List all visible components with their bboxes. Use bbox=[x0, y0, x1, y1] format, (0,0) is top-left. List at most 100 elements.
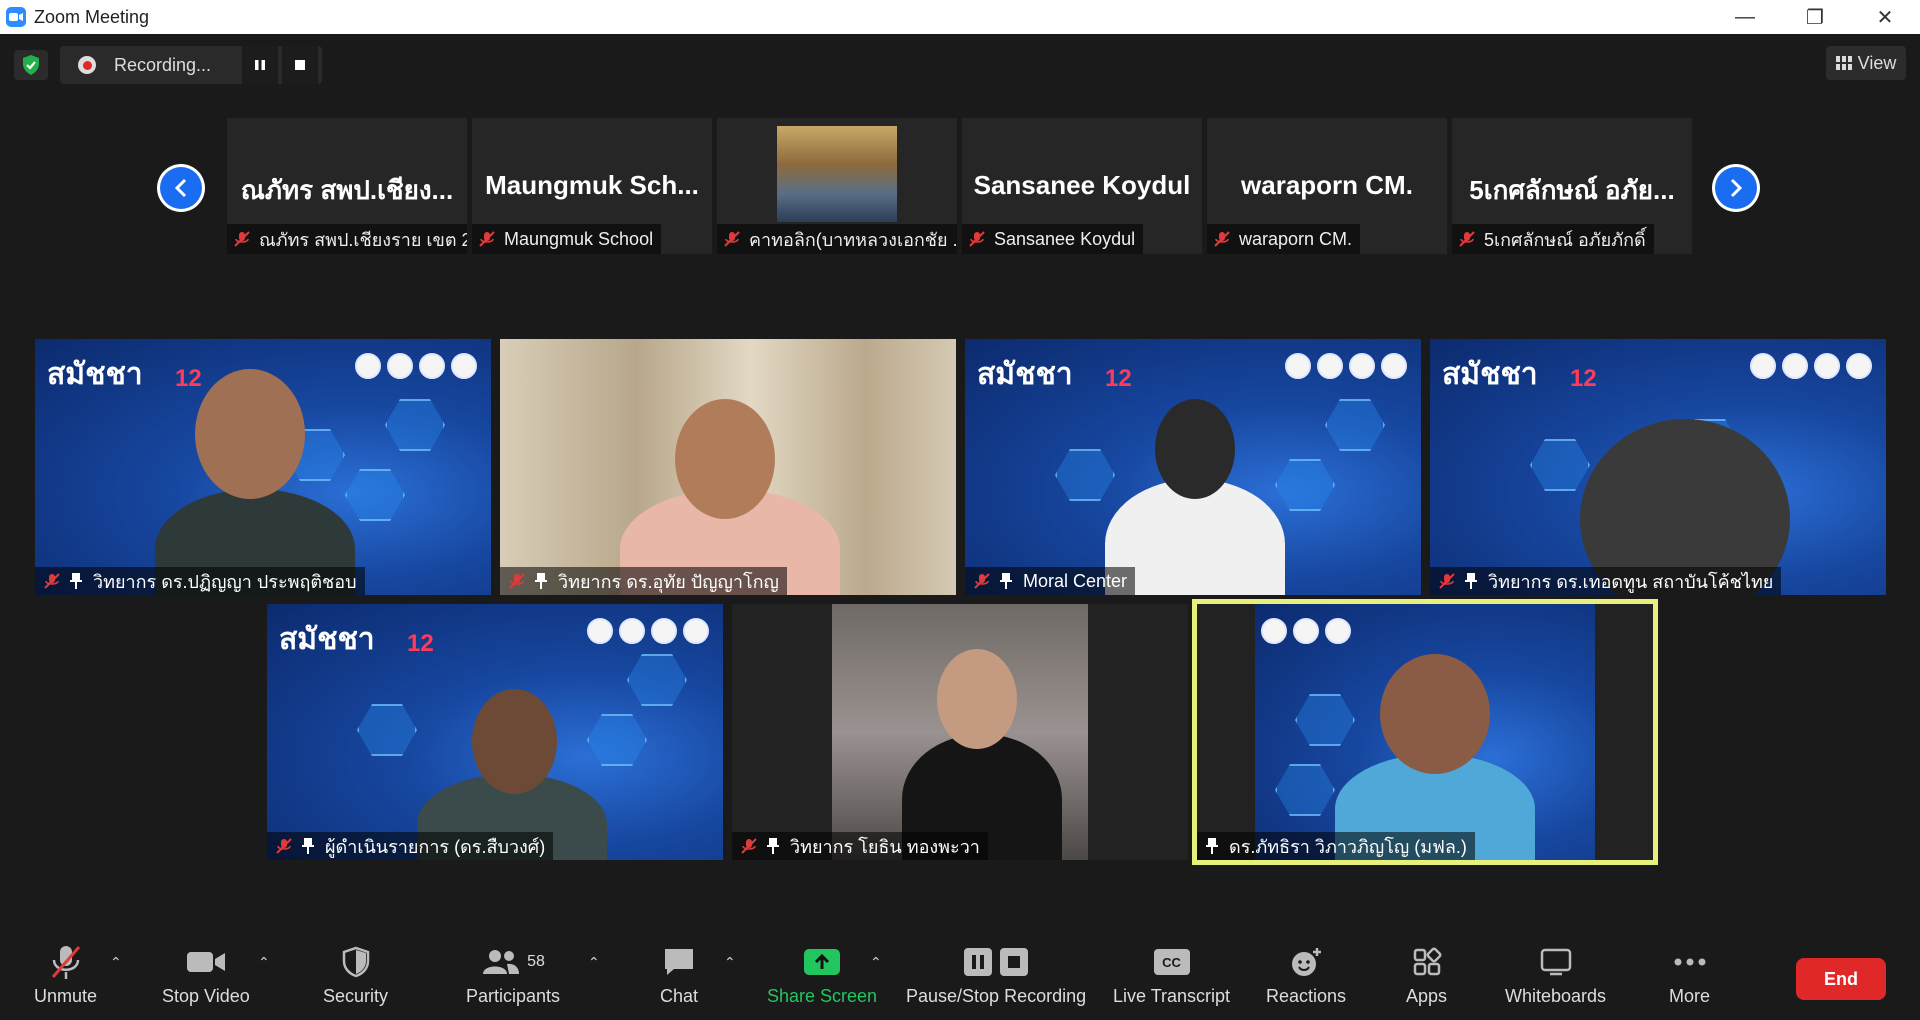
video-tile[interactable]: สมัชชา 12 วิทยากร ดร.ปฏิญญา ประพฤติชอบ bbox=[35, 339, 491, 595]
more-dots-icon bbox=[1674, 958, 1705, 966]
sponsor-logos bbox=[1750, 353, 1872, 379]
mic-muted-icon bbox=[974, 573, 990, 589]
thumbnail-tile[interactable]: ณภัทร สพป.เชียง... ณภัทร สพป.เชียงราย เข… bbox=[227, 118, 467, 254]
participants-button[interactable]: 58 Participants bbox=[466, 942, 560, 1007]
mic-muted-icon bbox=[741, 838, 757, 854]
view-label: View bbox=[1857, 52, 1897, 73]
thumbnail-label: ณภัทร สพป.เชียงราย เขต 2 bbox=[227, 224, 467, 254]
pin-icon bbox=[767, 838, 779, 854]
mic-muted-icon bbox=[969, 231, 985, 247]
thumbnail-label: Sansanee Koydul bbox=[962, 224, 1144, 254]
thumbnail-label: 5เกศลักษณ์ อภัยภักดิ์ bbox=[1452, 224, 1654, 254]
pin-icon bbox=[302, 838, 314, 854]
thumbnail-tile[interactable]: คาทอลิก(บาทหลวงเอกชัย ... bbox=[717, 118, 957, 254]
participant-name-label: วิทยากร ดร.อุทัย ปัญญาโกญ bbox=[500, 567, 787, 595]
whiteboards-button[interactable]: Whiteboards bbox=[1505, 942, 1606, 1007]
live-transcript-button[interactable]: CC Live Transcript bbox=[1113, 942, 1230, 1007]
video-camera-icon bbox=[186, 952, 225, 972]
mic-muted-icon bbox=[44, 573, 60, 589]
sponsor-logos bbox=[355, 353, 477, 379]
mic-muted-icon bbox=[51, 946, 80, 979]
video-tile[interactable]: วิทยากร โยธิน ทองพะวา bbox=[732, 604, 1188, 860]
thumbnail-tile[interactable]: Sansanee Koydul Sansanee Koydul bbox=[962, 118, 1202, 254]
pin-icon bbox=[1465, 573, 1477, 589]
close-button[interactable]: ✕ bbox=[1850, 0, 1920, 34]
chat-bubble-icon bbox=[665, 949, 694, 975]
end-meeting-button[interactable]: End bbox=[1796, 958, 1886, 1000]
video-tile[interactable]: สมัชชา 12 วิทยากร ดร.เทอดทูน สถาบันโค้ชไ… bbox=[1430, 339, 1886, 595]
chevron-left-icon bbox=[174, 178, 187, 198]
mic-muted-icon bbox=[1459, 231, 1475, 247]
mic-muted-icon bbox=[509, 573, 525, 589]
sponsor-logos bbox=[1261, 618, 1351, 644]
reactions-button[interactable]: Reactions bbox=[1266, 942, 1346, 1007]
audio-options-caret[interactable]: ⌃ bbox=[110, 954, 122, 971]
window-title: Zoom Meeting bbox=[34, 6, 150, 27]
mic-muted-icon bbox=[724, 231, 740, 247]
mic-muted-icon bbox=[1214, 231, 1230, 247]
video-options-caret[interactable]: ⌃ bbox=[258, 954, 270, 971]
grid-icon bbox=[1835, 56, 1852, 70]
pause-recording-button[interactable] bbox=[242, 46, 278, 84]
apps-button[interactable]: Apps bbox=[1406, 942, 1447, 1007]
participant-name-label: Moral Center bbox=[965, 567, 1136, 595]
thumbnail-display-name: ณภัทร สพป.เชียง... bbox=[240, 175, 454, 205]
zoom-app-icon bbox=[6, 7, 26, 27]
view-button[interactable]: View bbox=[1826, 46, 1906, 80]
pin-icon bbox=[70, 573, 82, 589]
pause-stop-recording-button[interactable]: Pause/Stop Recording bbox=[906, 942, 1086, 1007]
pin-icon bbox=[535, 573, 547, 589]
recording-status: Recording... bbox=[114, 54, 212, 75]
mic-muted-icon bbox=[479, 231, 495, 247]
more-button[interactable]: More bbox=[1669, 942, 1710, 1007]
share-screen-icon bbox=[804, 949, 841, 975]
encryption-shield-icon[interactable] bbox=[14, 50, 48, 80]
unmute-button[interactable]: Unmute bbox=[34, 942, 97, 1007]
thumbnail-label: waraporn CM. bbox=[1207, 224, 1361, 254]
stop-icon bbox=[1000, 948, 1029, 976]
participant-count: 58 bbox=[527, 953, 545, 970]
thumbnail-tile[interactable]: 5เกศลักษณ์ อภัย... 5เกศลักษณ์ อภัยภักดิ์ bbox=[1452, 118, 1692, 254]
participant-name-label: วิทยากร ดร.เทอดทูน สถาบันโค้ชไทย bbox=[1430, 567, 1782, 595]
stop-video-button[interactable]: Stop Video bbox=[162, 942, 250, 1007]
window-titlebar: Zoom Meeting — ❐ ✕ bbox=[0, 0, 1920, 34]
restore-button[interactable]: ❐ bbox=[1780, 0, 1850, 34]
strip-next-button[interactable] bbox=[1712, 164, 1760, 212]
minimize-button[interactable]: — bbox=[1710, 0, 1780, 34]
share-options-caret[interactable]: ⌃ bbox=[870, 954, 882, 971]
participants-options-caret[interactable]: ⌃ bbox=[588, 954, 600, 971]
stop-recording-button[interactable] bbox=[282, 46, 318, 84]
thumbnail-display-name: Sansanee Koydul bbox=[973, 170, 1191, 200]
participant-name-label: ดร.ภัทธิรา วิภาวภิญโญ (มฟล.) bbox=[1197, 832, 1475, 860]
sponsor-logos bbox=[587, 618, 709, 644]
pin-icon bbox=[1206, 838, 1218, 854]
strip-prev-button[interactable] bbox=[157, 164, 205, 212]
security-button[interactable]: Security bbox=[323, 942, 388, 1007]
chevron-right-icon bbox=[1730, 178, 1743, 198]
thumbnail-tile[interactable]: Maungmuk Sch... Maungmuk School bbox=[472, 118, 712, 254]
video-tile[interactable]: สมัชชา 12 Moral Center bbox=[965, 339, 1421, 595]
thumbnail-display-name: waraporn CM. bbox=[1241, 170, 1413, 200]
chat-button[interactable]: Chat bbox=[660, 942, 698, 1007]
profile-picture bbox=[777, 126, 897, 222]
sponsor-logos bbox=[1285, 353, 1407, 379]
mic-muted-icon bbox=[234, 231, 250, 247]
chat-options-caret[interactable]: ⌃ bbox=[724, 954, 736, 971]
thumbnail-tile[interactable]: waraporn CM. waraporn CM. bbox=[1207, 118, 1447, 254]
participant-name-label: วิทยากร โยธิน ทองพะวา bbox=[732, 832, 988, 860]
closed-captions-icon: CC bbox=[1153, 949, 1190, 975]
mic-muted-icon bbox=[1439, 573, 1455, 589]
recording-dot-icon bbox=[78, 56, 96, 74]
share-screen-button[interactable]: Share Screen bbox=[767, 942, 877, 1007]
video-tile[interactable]: สมัชชา 12 ผู้ดำเนินรายการ (ดร.สืบวงศ์) bbox=[267, 604, 723, 860]
thumbnail-label: Maungmuk School bbox=[472, 224, 662, 254]
video-tile[interactable]: วิทยากร ดร.อุทัย ปัญญาโกญ bbox=[500, 339, 956, 595]
meeting-toolbar: Unmute ⌃ Stop Video ⌃ Security 58 Partic… bbox=[0, 934, 1920, 1020]
apps-icon bbox=[1413, 947, 1442, 976]
recording-indicator: Recording... bbox=[60, 46, 322, 84]
meeting-topbar: Recording... View bbox=[0, 34, 1920, 94]
participant-strip: ณภัทร สพป.เชียง... ณภัทร สพป.เชียงราย เข… bbox=[0, 118, 1920, 256]
pause-icon bbox=[964, 948, 993, 976]
active-speaker-tile[interactable]: ดร.ภัทธิรา วิภาวภิญโญ (มฟล.) bbox=[1192, 599, 1658, 865]
participant-name-label: วิทยากร ดร.ปฏิญญา ประพฤติชอบ bbox=[35, 567, 365, 595]
